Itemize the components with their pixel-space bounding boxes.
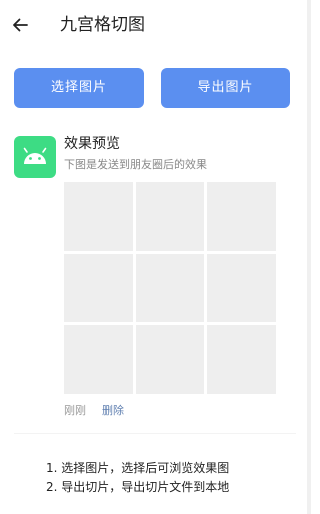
image-grid: [64, 182, 276, 394]
export-image-button[interactable]: 导出图片: [161, 68, 290, 108]
instruction-step-1: 1. 选择图片，选择后可浏览效果图: [46, 461, 230, 475]
preview-title: 效果预览: [64, 136, 120, 152]
grid-cell[interactable]: [207, 182, 276, 251]
page-title: 九宫格切图: [60, 15, 145, 35]
arrow-left-icon[interactable]: [11, 16, 29, 34]
grid-cell[interactable]: [135, 325, 205, 394]
grid-cell[interactable]: [135, 182, 205, 251]
toolbar: 九宫格切图: [0, 0, 307, 54]
preview-description: 下图是发送到朋友圈后的效果: [64, 158, 207, 171]
grid-cell[interactable]: [64, 253, 133, 323]
post-timestamp: 刚刚: [64, 404, 86, 417]
grid-cell[interactable]: [207, 253, 276, 323]
android-icon: [14, 136, 56, 178]
instruction-step-2: 2. 导出切片，导出切片文件到本地: [46, 480, 230, 494]
right-edge-strip: [307, 0, 311, 514]
select-image-button[interactable]: 选择图片: [14, 68, 144, 108]
divider: [14, 433, 296, 434]
grid-cell[interactable]: [64, 182, 133, 251]
grid-cell[interactable]: [64, 325, 133, 394]
instructions: 1. 选择图片，选择后可浏览效果图 2. 导出切片，导出切片文件到本地: [46, 459, 229, 497]
grid-cell[interactable]: [135, 253, 205, 323]
grid-cell[interactable]: [207, 325, 276, 394]
delete-link[interactable]: 删除: [102, 404, 124, 418]
